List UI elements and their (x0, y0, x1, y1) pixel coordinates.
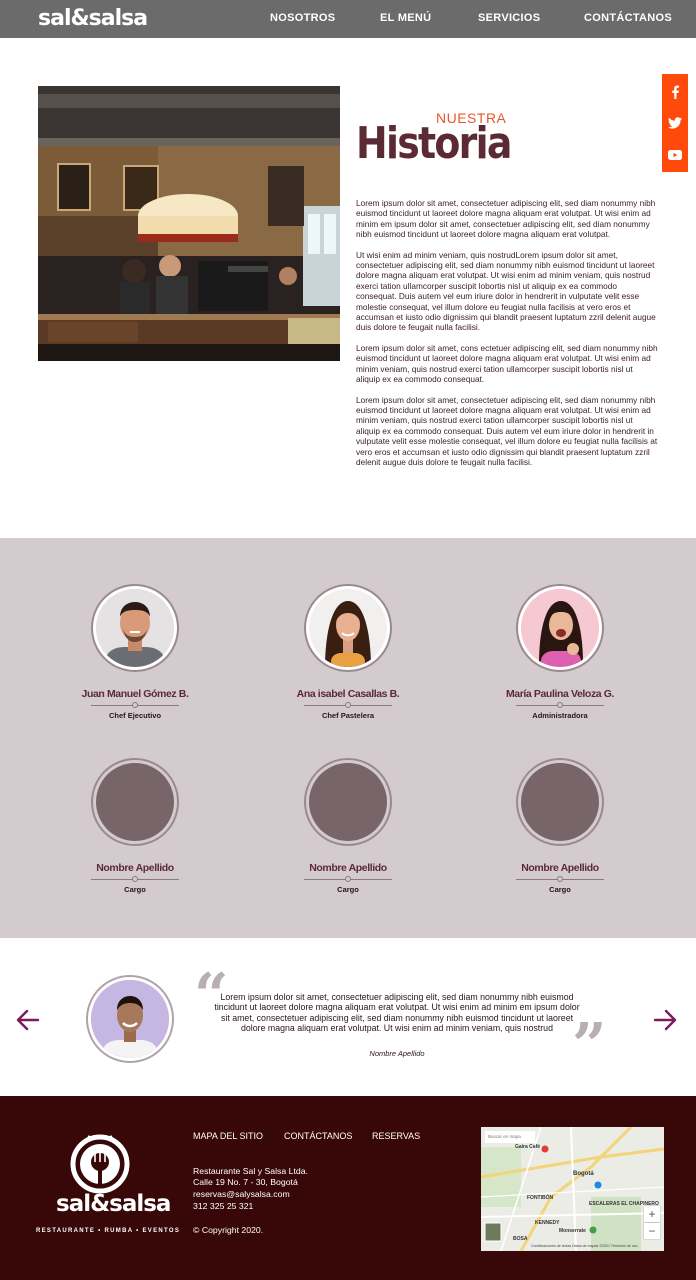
team-section: Juan Manuel Gómez B. Chef Ejecutivo Ana … (0, 538, 696, 938)
twitter-icon[interactable] (662, 107, 688, 139)
nav-menu[interactable]: EL MENÚ (380, 12, 431, 24)
member-role: Cargo (124, 885, 146, 894)
history-paragraph: Ut wisi enim ad minim veniam, quis nostr… (356, 249, 656, 333)
history-text: Lorem ipsum dolor sit amet, consectetuer… (356, 198, 658, 477)
next-arrow-icon[interactable] (651, 1006, 679, 1034)
footer-link-contact[interactable]: CONTÁCTANOS (284, 1131, 352, 1141)
top-navbar: sal&salsa NOSOTROS EL MENÚ SERVICIOS CON… (0, 0, 696, 38)
testimonial-avatar (86, 975, 174, 1063)
footer-tagline: RESTAURANTE • RUMBA • EVENTOS (36, 1228, 181, 1234)
avatar (304, 758, 392, 846)
footer-link-reservations[interactable]: RESERVAS (372, 1131, 420, 1141)
member-name: María Paulina Veloza G. (505, 688, 615, 700)
member-name: Nombre Apellido (96, 862, 174, 874)
member-name: Nombre Apellido (521, 862, 599, 874)
team-member: Nombre Apellido Cargo (490, 758, 630, 898)
member-name: Juan Manuel Gómez B. (81, 688, 189, 700)
member-role: Cargo (549, 885, 571, 894)
footer: sal&salsa RESTAURANTE • RUMBA • EVENTOS … (0, 1096, 696, 1280)
footer-email[interactable]: reservas@salysalsa.com (193, 1189, 290, 1199)
avatar (91, 758, 179, 846)
prev-arrow-icon[interactable] (14, 1006, 42, 1034)
footer-address: Calle 19 No. 7 - 30, Bogotá (193, 1177, 298, 1187)
footer-company: Restaurante Sal y Salsa Ltda. (193, 1166, 308, 1176)
map-search-input[interactable]: Buscar en mapa (485, 1131, 535, 1143)
location-map[interactable]: Buscar en mapa Bogotá Gaira Café FONTIBÓ… (481, 1127, 664, 1251)
map-zoom-in-button[interactable]: + (644, 1206, 660, 1222)
avatar (516, 584, 604, 672)
testimonial-text: Lorem ipsum dolor sit amet, consectetuer… (214, 992, 580, 1034)
team-member: María Paulina Veloza G. Administradora (490, 584, 630, 724)
nav-contactanos[interactable]: CONTÁCTANOS (584, 12, 672, 24)
facebook-icon[interactable] (662, 76, 688, 108)
social-bar (662, 74, 688, 172)
team-member: Nombre Apellido Cargo (278, 758, 418, 898)
team-member: Juan Manuel Gómez B. Chef Ejecutivo (65, 584, 205, 724)
avatar (91, 584, 179, 672)
team-member: Nombre Apellido Cargo (65, 758, 205, 898)
map-zoom-out-button[interactable]: − (644, 1223, 660, 1239)
footer-link-sitemap[interactable]: MAPA DEL SITIO (193, 1131, 263, 1141)
footer-phone: 312 325 25 321 (193, 1201, 254, 1211)
footer-logo-icon[interactable] (66, 1134, 134, 1198)
footer-logo[interactable]: sal&salsa (56, 1191, 171, 1217)
youtube-icon[interactable] (662, 139, 688, 171)
site-logo[interactable]: sal&salsa (38, 6, 148, 31)
history-paragraph: Lorem ipsum dolor sit amet, consectetuer… (356, 394, 658, 467)
member-name: Ana isabel Casallas B. (296, 688, 400, 700)
avatar (304, 584, 392, 672)
history-paragraph: Lorem ipsum dolor sit amet, cons ectetue… (356, 342, 658, 385)
history-paragraph: Lorem ipsum dolor sit amet, consectetuer… (356, 198, 656, 240)
avatar (516, 758, 604, 846)
restaurant-photo (38, 86, 340, 361)
testimonial-author: Nombre Apellido (369, 1049, 425, 1058)
team-member: Ana isabel Casallas B. Chef Pastelera (278, 584, 418, 724)
footer-copyright: © Copyright 2020. (193, 1225, 264, 1235)
member-role: Chef Pastelera (321, 711, 375, 720)
member-role: Administradora (532, 711, 588, 720)
nav-nosotros[interactable]: NOSOTROS (270, 12, 335, 24)
map-attribution: Combinaciones de teclas Datos de mapas ©… (531, 1244, 638, 1248)
nav-servicios[interactable]: SERVICIOS (478, 12, 540, 24)
member-role: Chef Ejecutivo (108, 711, 162, 720)
history-title: Historia (356, 118, 512, 169)
member-role: Cargo (337, 885, 359, 894)
member-name: Nombre Apellido (309, 862, 387, 874)
